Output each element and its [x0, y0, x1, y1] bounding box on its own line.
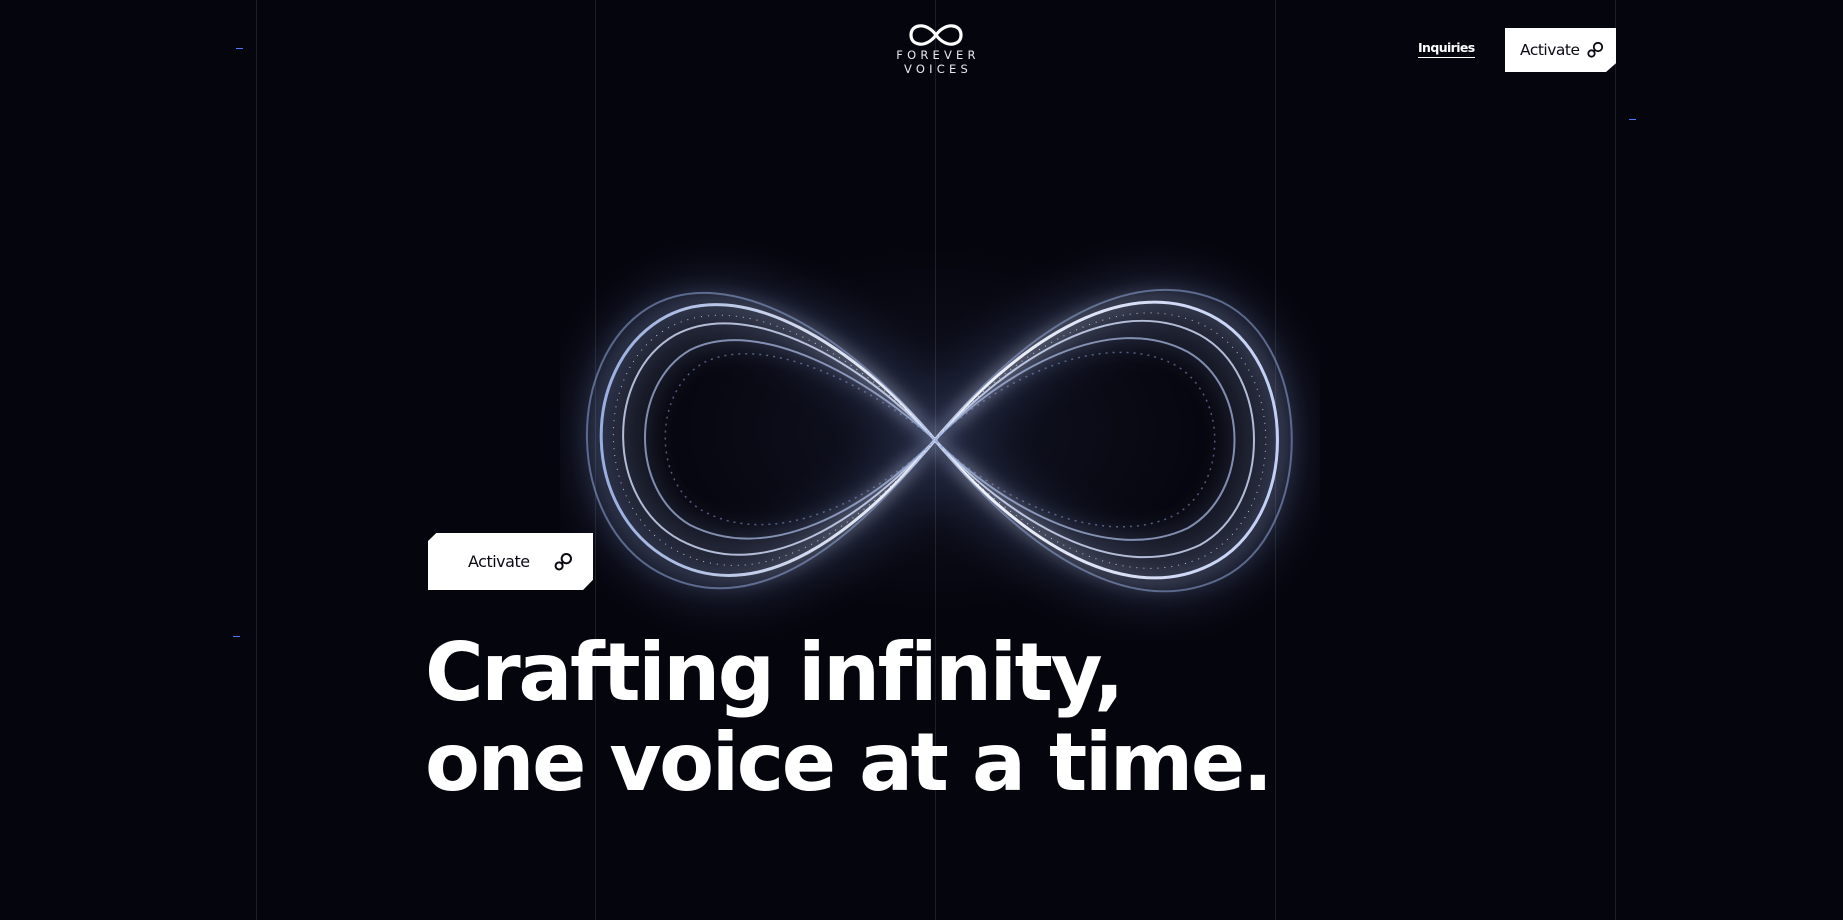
brand-logo[interactable]: FOREVER VOICES	[878, 22, 994, 76]
activate-button-label: Activate	[468, 552, 530, 571]
link-icon	[554, 553, 572, 571]
activate-button-label: Activate	[1520, 41, 1580, 59]
hero-activate-button[interactable]: Activate	[428, 533, 593, 590]
link-icon	[1587, 41, 1604, 58]
grid-tick	[236, 48, 243, 49]
glowing-infinity-illustration	[571, 272, 1308, 608]
infinity-icon	[909, 24, 963, 46]
page-background: FOREVER VOICES Inquiries Activate Activa…	[0, 0, 1843, 920]
logo-wordmark-line1: FOREVER	[896, 48, 980, 62]
inquiries-link[interactable]: Inquiries	[1418, 40, 1475, 58]
header-activate-button[interactable]: Activate	[1505, 28, 1616, 72]
headline-line-2: one voice at a time.	[425, 716, 1273, 809]
grid-line	[256, 0, 257, 920]
headline-line-1: Crafting infinity,	[425, 626, 1124, 719]
grid-tick	[1629, 119, 1636, 120]
logo-wordmark-line2: VOICES	[904, 62, 972, 76]
grid-tick	[233, 636, 240, 637]
hero-headline: Crafting infinity, one voice at a time.	[425, 626, 1273, 809]
grid-line	[1615, 0, 1616, 920]
